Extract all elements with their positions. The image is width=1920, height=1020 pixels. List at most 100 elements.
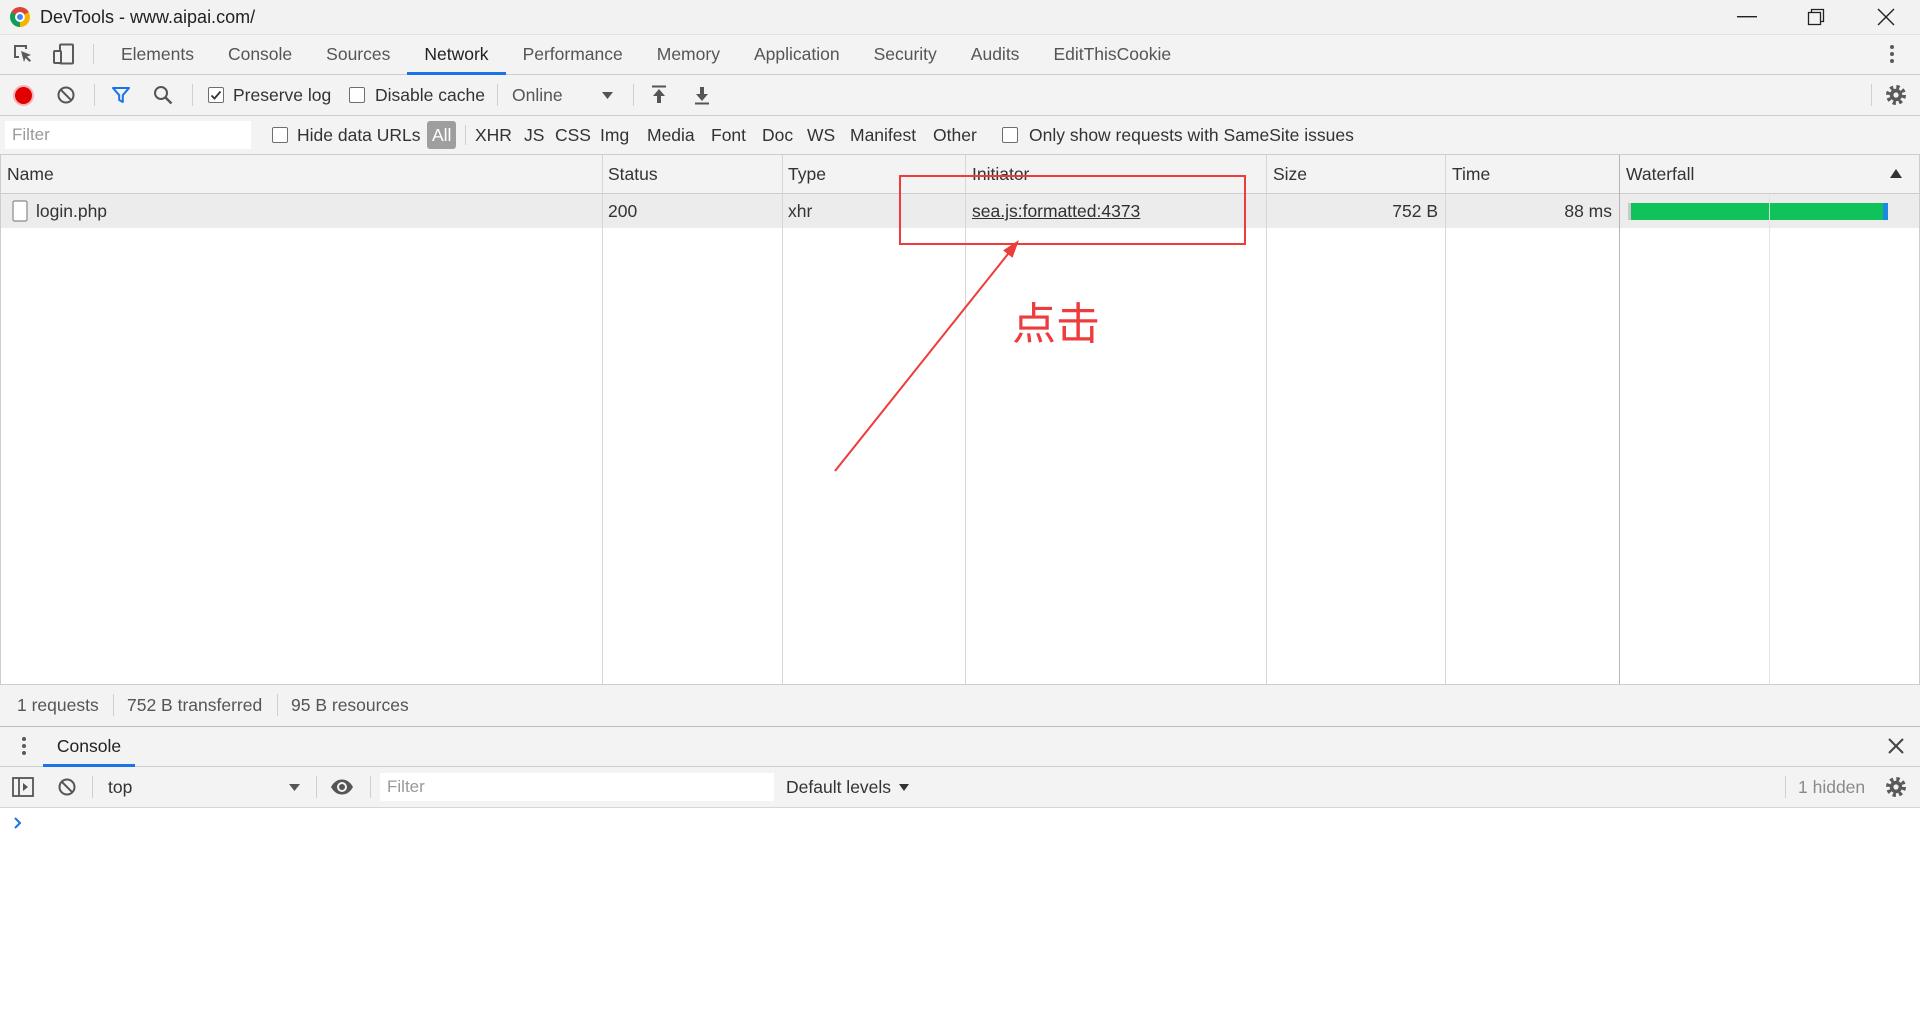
import-har-icon[interactable]: [649, 84, 669, 106]
waterfall-column-divider[interactable]: [1619, 155, 1620, 684]
toolbar-separator: [1871, 84, 1872, 106]
preserve-log-checkbox[interactable]: [208, 87, 224, 103]
device-toolbar-icon[interactable]: [52, 42, 76, 66]
console-filter-input[interactable]: [380, 773, 774, 801]
window-title-bar: DevTools - www.aipai.com/: [0, 0, 1920, 34]
column-header-waterfall[interactable]: Waterfall: [1626, 155, 1694, 193]
export-har-icon[interactable]: [692, 84, 712, 106]
tab-security[interactable]: Security: [857, 35, 954, 74]
network-toolbar: Preserve log Disable cache Online: [0, 75, 1920, 116]
column-divider[interactable]: [965, 155, 966, 684]
tab-memory[interactable]: Memory: [640, 35, 737, 74]
chevron-down-icon[interactable]: [602, 92, 613, 99]
type-filter-other[interactable]: Other: [933, 121, 977, 149]
hide-data-urls-checkbox[interactable]: [272, 127, 288, 143]
tab-editthiscookie[interactable]: EditThisCookie: [1036, 35, 1188, 74]
console-settings-gear-icon[interactable]: [1885, 776, 1907, 798]
search-icon[interactable]: [152, 84, 174, 106]
drawer-menu-icon[interactable]: [21, 736, 27, 756]
chevron-down-icon[interactable]: [899, 784, 909, 791]
column-divider[interactable]: [782, 155, 783, 684]
column-divider[interactable]: [602, 155, 603, 684]
hidden-messages-count: 1 hidden: [1798, 777, 1866, 797]
type-filter-media[interactable]: Media: [647, 121, 695, 149]
disable-cache-label[interactable]: Disable cache: [375, 75, 485, 115]
throttling-select[interactable]: Online: [512, 75, 563, 115]
console-sidebar-icon[interactable]: [12, 777, 34, 797]
hide-data-urls-label[interactable]: Hide data URLs: [297, 116, 421, 154]
request-name[interactable]: login.php: [36, 194, 107, 228]
column-header-time[interactable]: Time: [1452, 155, 1490, 193]
type-filter-doc[interactable]: Doc: [762, 121, 793, 149]
type-filter-ws[interactable]: WS: [807, 121, 835, 149]
preserve-log-label[interactable]: Preserve log: [233, 75, 331, 115]
summary-requests: 1 requests: [17, 695, 99, 715]
column-divider[interactable]: [1445, 155, 1446, 684]
close-window-icon[interactable]: [1876, 7, 1896, 27]
type-filter-xhr[interactable]: XHR: [475, 121, 512, 149]
request-initiator-link[interactable]: sea.js:formatted:4373: [972, 194, 1140, 228]
tab-audits[interactable]: Audits: [954, 35, 1037, 74]
column-header-type[interactable]: Type: [788, 155, 826, 193]
toolbar-separator: [1785, 776, 1786, 798]
tab-application[interactable]: Application: [737, 35, 857, 74]
kebab-menu-icon[interactable]: [1889, 44, 1895, 64]
eye-icon[interactable]: [330, 778, 354, 796]
window-title: DevTools - www.aipai.com/: [40, 7, 256, 27]
chevron-down-icon[interactable]: [289, 784, 300, 791]
toolbar-separator: [277, 694, 278, 716]
type-filter-all[interactable]: All: [427, 121, 457, 149]
inspect-element-icon[interactable]: [11, 42, 35, 66]
prompt-chevron-icon: [14, 817, 22, 829]
record-button[interactable]: [15, 87, 32, 104]
console-messages-area[interactable]: [0, 808, 1920, 1020]
sort-ascending-icon[interactable]: [1890, 169, 1902, 178]
clear-console-icon[interactable]: [57, 777, 77, 797]
restore-icon[interactable]: [1807, 8, 1825, 26]
tab-performance[interactable]: Performance: [506, 35, 640, 74]
network-summary-bar: 1 requests 752 B transferred 95 B resour…: [0, 684, 1920, 726]
column-header-name[interactable]: Name: [7, 155, 54, 193]
tab-sources[interactable]: Sources: [309, 35, 407, 74]
type-filter-font[interactable]: Font: [711, 121, 746, 149]
filter-icon[interactable]: [110, 84, 132, 106]
type-filter-css[interactable]: CSS: [555, 121, 591, 149]
execution-context-select[interactable]: top: [108, 767, 132, 807]
log-levels-select[interactable]: Default levels: [786, 767, 891, 807]
close-icon[interactable]: [1886, 736, 1906, 756]
type-filter-manifest[interactable]: Manifest: [850, 121, 916, 149]
gear-icon[interactable]: [1885, 84, 1907, 106]
column-header-status[interactable]: Status: [608, 155, 658, 193]
samesite-checkbox[interactable]: [1002, 127, 1018, 143]
network-filter-input[interactable]: [5, 121, 251, 149]
waterfall-gridline: [1769, 194, 1770, 684]
column-header-size[interactable]: Size: [1273, 155, 1307, 193]
request-status: 200: [608, 201, 638, 221]
minimize-icon[interactable]: [1737, 15, 1757, 19]
annotation-arrow-line: [834, 253, 1009, 472]
annotation-text: 点击: [1012, 299, 1100, 350]
tab-console[interactable]: Console: [211, 35, 309, 74]
filter-bar: Hide data URLs All XHR JS CSS Img Media …: [0, 116, 1920, 155]
tab-network[interactable]: Network: [407, 35, 506, 75]
type-filter-img[interactable]: Img: [600, 121, 629, 149]
column-header-initiator[interactable]: Initiator: [972, 155, 1029, 193]
file-icon: [12, 200, 28, 222]
drawer-tab-console[interactable]: Console: [43, 727, 135, 767]
table-row[interactable]: login.php 200 xhr sea.js:formatted:4373 …: [0, 194, 1920, 228]
disable-cache-checkbox[interactable]: [349, 87, 365, 103]
annotation-arrow-head: [1003, 240, 1019, 258]
summary-transferred: 752 B transferred: [127, 695, 263, 715]
clear-icon[interactable]: [56, 85, 76, 105]
type-filter-js[interactable]: JS: [524, 121, 544, 149]
waterfall-bar[interactable]: [1631, 203, 1883, 220]
summary-resources: 95 B resources: [291, 695, 409, 715]
samesite-label[interactable]: Only show requests with SameSite issues: [1029, 116, 1354, 154]
toolbar-separator: [192, 84, 193, 106]
panel-tabs: Elements Console Sources Network Perform…: [104, 35, 1188, 75]
toolbar-separator: [465, 125, 466, 145]
tab-elements[interactable]: Elements: [104, 35, 211, 74]
toolbar-separator: [633, 84, 634, 106]
request-time: 88 ms: [1564, 201, 1612, 221]
column-divider[interactable]: [1266, 155, 1267, 684]
